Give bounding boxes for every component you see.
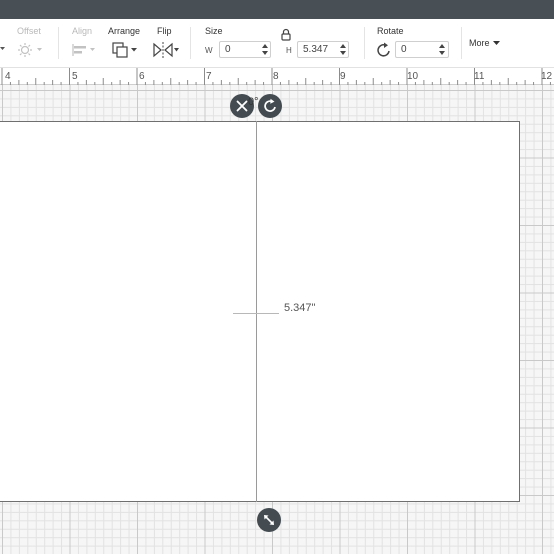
offset-icon [18, 43, 42, 57]
align-icon [72, 44, 95, 56]
rotation-angle-label: 0° [248, 96, 259, 108]
flip-icon [153, 42, 179, 58]
width-letter: W [205, 46, 213, 55]
horizontal-ruler: 4 5 6 7 8 9 10 11 12 [0, 68, 554, 85]
size-label: Size [205, 26, 223, 36]
resize-handle[interactable] [257, 508, 281, 532]
rotate-icon [264, 98, 276, 112]
ruler-number: 11 [474, 71, 485, 82]
ruler-number: 5 [72, 71, 78, 82]
line-object[interactable] [256, 121, 257, 502]
rotate-handle[interactable] [258, 94, 282, 118]
width-stepper-icon[interactable] [261, 43, 269, 56]
flip-label: Flip [157, 26, 172, 36]
chevron-down-icon [493, 41, 500, 45]
rotate-label: Rotate [377, 26, 404, 36]
rotate-icon [377, 42, 390, 57]
align-label: Align [72, 26, 93, 36]
dimension-leader-line [233, 313, 279, 314]
more-label: More [469, 38, 490, 48]
caret-down-icon[interactable] [0, 46, 6, 52]
height-stepper-icon[interactable] [339, 43, 347, 56]
ruler-number: 12 [541, 71, 553, 82]
lock-icon[interactable] [280, 28, 292, 41]
toolbar-divider [364, 27, 365, 59]
app-top-bar [0, 0, 554, 19]
ruler-number: 4 [5, 71, 11, 82]
ruler-number: 10 [407, 71, 419, 82]
offset-label: Offset [17, 26, 41, 36]
toolbar-divider [461, 27, 462, 59]
rotate-stepper-icon[interactable] [438, 43, 446, 56]
ruler-number: 8 [273, 71, 279, 82]
arrange-icon [112, 42, 137, 58]
toolbar-divider [190, 27, 191, 59]
arrange-label: Arrange [108, 26, 141, 36]
height-letter: H [286, 46, 292, 55]
ruler-number: 7 [206, 71, 212, 82]
ruler-number: 9 [340, 71, 346, 82]
height-dimension-label: 5.347" [284, 302, 316, 314]
toolbar-divider [58, 27, 59, 59]
selected-object-bounding-box[interactable] [0, 121, 520, 502]
resize-icon [264, 515, 274, 525]
edit-toolbar: Offset Align Arrange Flip Size W 0 H 5.3… [0, 19, 554, 68]
ruler-number: 6 [139, 71, 145, 82]
